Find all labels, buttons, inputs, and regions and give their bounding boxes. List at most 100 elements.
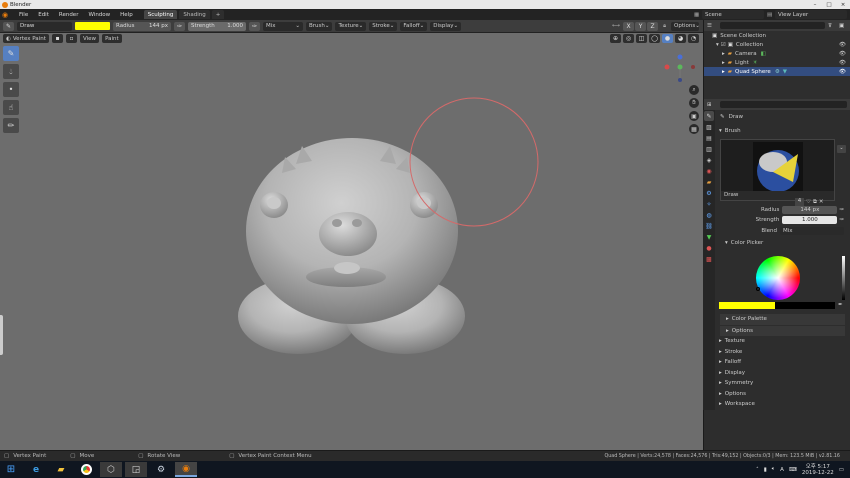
gizmo-neg-x[interactable] — [691, 65, 695, 69]
outliner-type-icon[interactable]: ☰ — [707, 23, 717, 29]
color-picker-header[interactable]: ▾ Color Picker — [716, 238, 848, 249]
view-menu[interactable]: View — [80, 34, 100, 43]
lock-icon[interactable]: 🔒︎ — [663, 23, 666, 30]
color-value-bar[interactable] — [719, 302, 835, 309]
volume-icon[interactable]: 🔈︎ — [772, 466, 775, 473]
radius-field[interactable]: Radius 144 px — [113, 21, 171, 31]
fake-user-icon[interactable]: ♡ — [806, 199, 811, 205]
steam-icon[interactable]: ⚙︎ — [150, 462, 172, 477]
camera-view-icon[interactable]: ▣ — [689, 111, 699, 121]
scene-tab-icon[interactable]: ◈ — [704, 155, 714, 165]
brush-panel-header[interactable]: ▾ Brush — [716, 126, 848, 137]
shading-solid-icon[interactable]: ● — [662, 34, 673, 43]
tray-arrow-icon[interactable]: ˄ — [756, 467, 759, 473]
new-collection-icon[interactable]: ▣ — [839, 23, 847, 29]
color-wheel-cursor[interactable] — [756, 287, 760, 291]
steam-window-icon[interactable]: ◲ — [125, 462, 147, 477]
value-slider[interactable] — [842, 256, 845, 300]
axis-y-toggle[interactable]: Y — [635, 21, 647, 31]
viewport-canvas[interactable] — [0, 33, 703, 450]
app-icon[interactable]: ⬡ — [100, 462, 122, 477]
options-subpanel-header[interactable]: ▸ Options — [720, 325, 845, 336]
smear-tool[interactable]: ☝︎ — [3, 100, 19, 115]
falloff-menu[interactable]: Falloff ⌄ — [400, 21, 428, 31]
draw-tool[interactable]: ✎ — [3, 46, 19, 61]
modifier-tab-icon[interactable]: ⚙ — [704, 188, 714, 198]
checkbox-icon[interactable]: ☑ — [721, 42, 726, 48]
3d-viewport[interactable]: ⌕ ✋︎ ▣ ▦ — [0, 33, 703, 450]
network-icon[interactable]: ▮ — [764, 467, 767, 473]
add-workspace-button[interactable]: + — [211, 10, 225, 19]
brush-preview-box[interactable]: Draw — [720, 138, 835, 201]
overlay-toggle-icon[interactable]: ◎ — [623, 34, 634, 43]
strength-pressure-icon[interactable]: ✑ — [249, 21, 260, 31]
eye-icon[interactable]: 👁︎ — [839, 69, 846, 75]
minimize-button[interactable]: – — [808, 2, 822, 8]
shading-wireframe-icon[interactable]: ◯ — [649, 34, 660, 43]
material-tab-icon[interactable]: ● — [704, 243, 714, 253]
duplicate-brush-icon[interactable]: ⧉ — [813, 199, 817, 206]
maximize-button[interactable]: □ — [822, 2, 836, 8]
pan-hand-icon[interactable]: ✋︎ — [689, 98, 699, 108]
brush-menu[interactable]: Brush ⌄ — [306, 21, 333, 31]
eyedropper-icon[interactable]: ✒︎ — [838, 302, 843, 308]
render-tab-icon[interactable]: ▨ — [704, 122, 714, 132]
brush-tool-icon[interactable]: ✎ — [3, 21, 14, 31]
texture-tab-icon[interactable]: ▩ — [704, 254, 714, 264]
outliner-collection[interactable]: ▾ ☑ ▣ Collection 👁︎ — [704, 40, 850, 49]
texture-section[interactable]: ▸ Texture — [716, 336, 848, 347]
axis-z-toggle[interactable]: Z — [647, 21, 659, 31]
perspective-grid-icon[interactable]: ▦ — [689, 124, 699, 134]
outliner-scene-collection[interactable]: ▣ Scene Collection — [704, 31, 850, 40]
tab-shading[interactable]: Shading — [179, 10, 210, 19]
menu-file[interactable]: File — [14, 9, 33, 20]
options-section[interactable]: ▸ Options — [716, 389, 848, 400]
strength-field[interactable]: Strength 1.000 — [188, 21, 246, 31]
stroke-menu[interactable]: Stroke ⌄ — [369, 21, 398, 31]
average-tool[interactable]: • — [3, 82, 19, 97]
tool-tab-icon[interactable]: ✎ — [704, 111, 714, 121]
explorer-icon[interactable]: ▰ — [50, 462, 72, 477]
eye-icon[interactable]: 👁︎ — [839, 51, 846, 57]
properties-search-input[interactable] — [720, 101, 847, 108]
ie-icon[interactable]: e — [25, 462, 47, 477]
props-blend-dropdown[interactable]: Mix — [780, 226, 844, 235]
select-mode-icon[interactable]: ▪ — [52, 34, 63, 43]
shading-material-icon[interactable]: ◕ — [675, 34, 686, 43]
paint-menu[interactable]: Paint — [102, 34, 122, 43]
delete-brush-icon[interactable]: ✕ — [819, 199, 824, 205]
menu-edit[interactable]: Edit — [33, 9, 54, 20]
eye-icon[interactable]: 👁︎ — [839, 60, 846, 66]
props-strength-field[interactable]: 1.000 — [782, 216, 838, 225]
falloff-section[interactable]: ▸ Falloff — [716, 357, 848, 368]
blur-tool[interactable]: 💧︎ — [3, 64, 19, 79]
tab-sculpting[interactable]: Sculpting — [143, 10, 178, 19]
props-strength-pressure-icon[interactable]: ✑ — [839, 217, 844, 223]
eye-icon[interactable]: 👁︎ — [839, 42, 846, 48]
radius-pressure-icon[interactable]: ✑ — [174, 21, 185, 31]
shading-rendered-icon[interactable]: ◔ — [688, 34, 699, 43]
options-dropdown[interactable]: Options ⌄ — [671, 21, 700, 31]
stroke-section[interactable]: ▸ Stroke — [716, 347, 848, 358]
outliner-item-light[interactable]: ▸ ▰ Light ☀︎ 👁︎ — [704, 58, 850, 67]
navigation-gizmo[interactable] — [664, 54, 696, 83]
workspace-section[interactable]: ▸ Workspace — [716, 399, 848, 410]
sculpt-model[interactable] — [238, 138, 465, 354]
properties-type-icon[interactable]: ⊞ — [707, 102, 717, 108]
axis-x-toggle[interactable]: X — [623, 21, 635, 31]
constraints-tab-icon[interactable]: ⛓ — [704, 221, 714, 231]
notification-icon[interactable]: ▭ — [839, 467, 844, 473]
outliner-item-quad-sphere[interactable]: ▸ ▰ Quad Sphere ⚙︎ ▼ 👁︎ — [704, 67, 850, 76]
brush-color-swatch[interactable] — [75, 22, 110, 30]
gizmo-y-axis[interactable] — [677, 64, 683, 70]
start-icon[interactable]: ⊞ — [0, 462, 22, 477]
blender-icon[interactable]: ◉ — [175, 462, 197, 477]
gizmo-z-axis[interactable] — [677, 54, 683, 60]
menu-window[interactable]: Window — [83, 9, 115, 20]
close-window-button[interactable]: × — [836, 2, 850, 8]
data-tab-icon[interactable]: ▼ — [704, 232, 714, 242]
menu-help[interactable]: Help — [115, 9, 138, 20]
filter-icon[interactable]: ⊽ — [828, 23, 836, 29]
outliner-search-input[interactable] — [720, 22, 825, 29]
output-tab-icon[interactable]: ▤ — [704, 133, 714, 143]
